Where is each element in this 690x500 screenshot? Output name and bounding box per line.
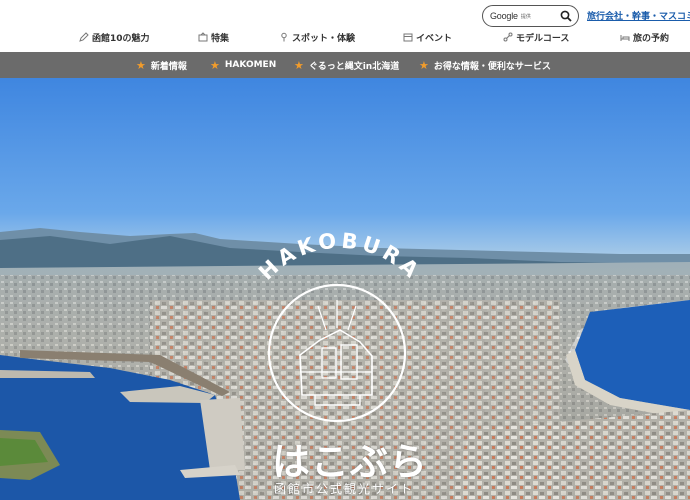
- nav-item-label: 特集: [211, 33, 230, 44]
- nav-item-label: 旅の予約: [633, 33, 670, 44]
- logo-subtitle: 函館市公式観光サイト: [274, 482, 415, 496]
- subnav-item-label: 新着情報: [150, 61, 187, 72]
- star-icon: ★: [294, 58, 304, 72]
- subnav-item-jomon[interactable]: ★ ぐるっと縄文in北海道: [294, 52, 399, 78]
- star-icon: ★: [136, 58, 146, 72]
- nav-item-label: 函館10の魅力: [92, 33, 150, 44]
- star-icon: ★: [419, 58, 429, 72]
- calendar-icon: [403, 33, 413, 42]
- star-icon: ★: [210, 58, 220, 72]
- nav-item-spots[interactable]: スポット・体験: [279, 28, 355, 46]
- nav-item-feature[interactable]: 特集: [198, 28, 229, 46]
- nav-item-label: イベント: [416, 33, 453, 44]
- pin-icon: [281, 32, 287, 42]
- nav-item-booking[interactable]: 旅の予約: [620, 28, 669, 46]
- search-box[interactable]: Google 提供: [482, 5, 579, 27]
- site-header: Google 提供 旅行会社・幹事・マスコミ 函館10の魅力 特集 スポット・体…: [0, 0, 690, 52]
- nav-item-model-course[interactable]: モデルコース: [503, 28, 569, 46]
- subnav-item-news[interactable]: ★ 新着情報: [136, 52, 187, 78]
- route-icon: [503, 32, 513, 42]
- nav-item-label: モデルコース: [516, 33, 570, 44]
- pencil-icon: [79, 32, 89, 42]
- nav-item-label: スポット・体験: [292, 33, 356, 44]
- subnav-item-label: HAKOMEN: [224, 60, 277, 70]
- subnav-item-label: お得な情報・便利なサービス: [433, 61, 551, 72]
- agency-link[interactable]: 旅行会社・幹事・マスコミ: [587, 9, 690, 22]
- nav-item-events[interactable]: イベント: [403, 28, 452, 46]
- subnav-item-label: ぐるっと縄文in北海道: [308, 61, 400, 72]
- logo-title: はこぶら: [272, 440, 429, 484]
- main-nav: 函館10の魅力 特集 スポット・体験 イベント モデルコース 旅の予約: [0, 28, 690, 48]
- book-icon: [198, 32, 208, 42]
- search-brand: Google: [490, 11, 518, 21]
- bed-icon: [620, 35, 630, 41]
- nav-item-charm[interactable]: 函館10の魅力: [79, 28, 150, 46]
- search-provider-label: 提供: [520, 13, 531, 20]
- search-icon[interactable]: [560, 10, 572, 22]
- subnav-item-hakomen[interactable]: ★ HAKOMEN: [210, 52, 276, 78]
- subnav-item-deals[interactable]: ★ お得な情報・便利なサービス: [419, 52, 551, 78]
- sub-nav: ★ 新着情報 ★ HAKOMEN ★ ぐるっと縄文in北海道 ★ お得な情報・便…: [0, 52, 690, 78]
